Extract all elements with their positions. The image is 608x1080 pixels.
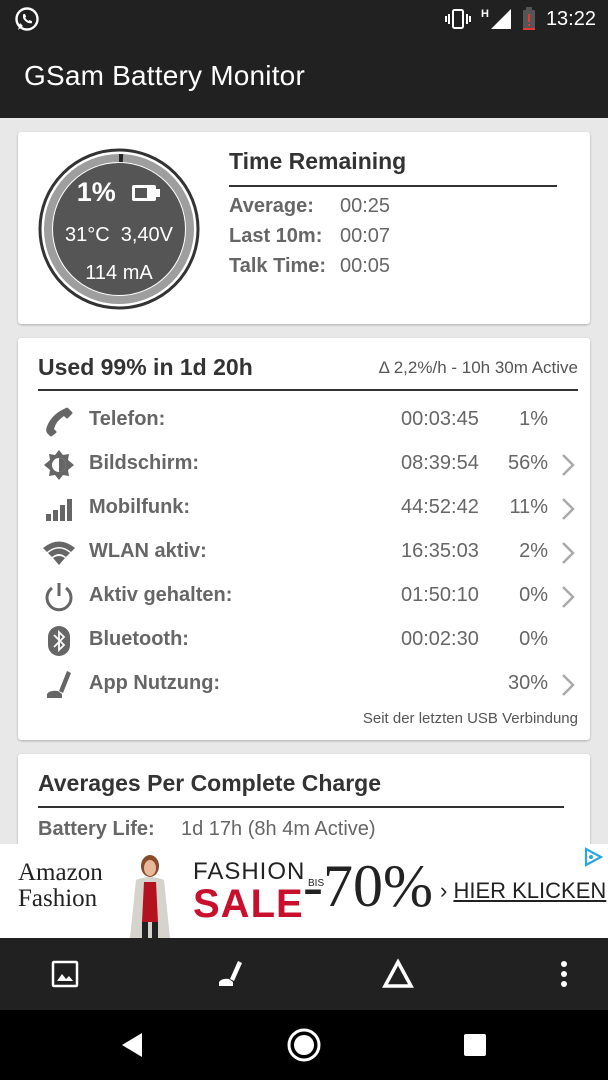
- time-remaining-value: 00:07: [340, 225, 391, 247]
- usage-time: 00:02:30: [401, 628, 479, 650]
- usage-percent: 1%: [519, 408, 548, 430]
- usage-time: 00:03:45: [401, 408, 479, 430]
- ad-cta-link[interactable]: › HIER KLICKEN: [440, 878, 606, 904]
- battery-percent-row: 1%: [38, 176, 200, 208]
- averages-title: Averages Per Complete Charge: [38, 770, 382, 796]
- ad-model-image: [130, 855, 170, 938]
- ad-cta-text: HIER KLICKEN: [453, 878, 607, 903]
- chevron-right-icon: [562, 454, 575, 476]
- battery-low-icon: [522, 7, 535, 30]
- time-remaining-label: Last 10m:: [229, 225, 323, 247]
- averages-label: Battery Life:: [38, 818, 155, 840]
- battery-icon: [132, 184, 161, 201]
- averages-value: 1d 17h (8h 4m Active): [181, 818, 376, 840]
- ad-brand-line: Fashion: [18, 885, 98, 912]
- usage-row-app-nutzung[interactable]: App Nutzung: 30%: [18, 662, 590, 706]
- chevron-right-icon: [562, 586, 575, 608]
- usage-time: 44:52:42: [401, 496, 479, 518]
- time-remaining-value: 00:05: [340, 255, 391, 277]
- ad-discount: -70%: [303, 853, 433, 919]
- battery-summary-card[interactable]: 1% 31°C 3,40V 114 mA Time Remaining Aver…: [18, 132, 590, 324]
- back-icon[interactable]: [114, 1027, 150, 1063]
- usage-time: 01:50:10: [401, 584, 479, 606]
- divider: [38, 389, 578, 391]
- averages-card: Averages Per Complete Charge Battery Lif…: [18, 754, 590, 854]
- home-icon[interactable]: [286, 1027, 322, 1063]
- usage-time: 16:35:03: [401, 540, 479, 562]
- usage-percent: 30%: [507, 672, 548, 694]
- vibrate-icon: [444, 9, 471, 29]
- usage-row-mobilfunk[interactable]: Mobilfunk: 44:52:42 11%: [18, 486, 590, 530]
- divider: [38, 806, 564, 808]
- status-bar: H 13:22: [0, 0, 608, 36]
- image-icon[interactable]: [49, 958, 81, 990]
- usage-name: Mobilfunk:: [89, 496, 191, 518]
- divider: [229, 185, 557, 187]
- app-bar: GSam Battery Monitor: [0, 36, 608, 118]
- usage-row-aktiv-gehalten[interactable]: Aktiv gehalten: 01:50:10 0%: [18, 574, 590, 618]
- navigation-bar: [0, 1010, 608, 1080]
- usage-title: Used 99% in 1d 20h: [38, 354, 253, 380]
- chevron-right-icon: [562, 498, 575, 520]
- time-remaining-average: Average: 00:25: [229, 195, 390, 218]
- battery-percent: 1%: [76, 177, 116, 208]
- bluetooth-icon: [48, 626, 70, 656]
- usage-name: App Nutzung:: [89, 672, 221, 694]
- usage-percent: 56%: [507, 452, 548, 474]
- battery-gauge-text: 1% 31°C 3,40V 114 mA: [38, 148, 200, 310]
- usage-name: WLAN aktiv:: [89, 540, 207, 562]
- app-usage-icon: [47, 671, 71, 698]
- usage-percent: 11%: [509, 496, 548, 518]
- wifi-icon: [43, 541, 75, 565]
- adchoices-icon[interactable]: [582, 846, 604, 868]
- usage-row-telefon[interactable]: Telefon: 00:03:45 1%: [18, 398, 590, 442]
- usage-time: 08:39:54: [401, 452, 479, 474]
- ad-brand-line: Amazon: [18, 859, 103, 886]
- averages-battery-life: Battery Life: 1d 17h (8h 4m Active): [38, 818, 376, 841]
- time-remaining-value: 00:25: [340, 195, 391, 217]
- usage-row-bildschirm[interactable]: Bildschirm: 08:39:54 56%: [18, 442, 590, 486]
- whatsapp-icon: [15, 7, 39, 31]
- usage-percent: 0%: [519, 584, 548, 606]
- power-icon: [45, 583, 73, 612]
- signal-icon: [490, 9, 511, 29]
- time-remaining-title: Time Remaining: [229, 148, 407, 174]
- ad-cta-arrow: ›: [440, 878, 448, 903]
- app-title: GSam Battery Monitor: [24, 60, 305, 91]
- usage-percent: 2%: [519, 540, 548, 562]
- usage-name: Bluetooth:: [89, 628, 189, 650]
- phone-icon: [46, 407, 73, 437]
- app-usage-icon[interactable]: [215, 958, 247, 990]
- bottom-toolbar: [0, 938, 608, 1010]
- temp-voltage: 31°C 3,40V: [64, 224, 174, 246]
- usage-row-bluetooth[interactable]: Bluetooth: 00:02:30 0%: [18, 618, 590, 662]
- ad-brand: Amazon Fashion: [18, 860, 103, 912]
- chevron-right-icon: [562, 542, 575, 564]
- time-remaining-label: Average:: [229, 195, 314, 217]
- usage-card: Used 99% in 1d 20h Δ 2,2%/h - 10h 30m Ac…: [18, 338, 590, 740]
- usage-name: Bildschirm:: [89, 452, 200, 474]
- network-type-label: H: [480, 8, 489, 20]
- recents-icon[interactable]: [457, 1027, 493, 1063]
- usage-percent: 0%: [519, 628, 548, 650]
- overflow-menu-icon[interactable]: [548, 958, 580, 990]
- current-draw: 114 mA: [85, 262, 153, 284]
- clock: 13:22: [545, 7, 596, 30]
- usage-rate: Δ 2,2%/h - 10h 30m Active: [378, 358, 578, 377]
- time-remaining-last10m: Last 10m: 00:07: [229, 225, 390, 248]
- time-remaining-label: Talk Time:: [229, 255, 327, 277]
- signal-indicator: H: [481, 8, 512, 30]
- chevron-right-icon: [562, 674, 575, 696]
- usage-row-wlan[interactable]: WLAN aktiv: 16:35:03 2%: [18, 530, 590, 574]
- brightness-icon: [44, 450, 74, 480]
- time-remaining-talk: Talk Time: 00:05: [229, 255, 390, 278]
- cell-signal-icon: [46, 499, 72, 521]
- ad-sale-text: SALE: [193, 882, 304, 926]
- ad-banner[interactable]: Amazon Fashion FASHION SALE BIS -70% › H…: [0, 844, 608, 938]
- usage-name: Aktiv gehalten:: [89, 584, 233, 606]
- usage-note: Seit der letzten USB Verbindung: [362, 710, 578, 727]
- delta-icon[interactable]: [382, 958, 414, 990]
- usage-name: Telefon:: [89, 408, 166, 430]
